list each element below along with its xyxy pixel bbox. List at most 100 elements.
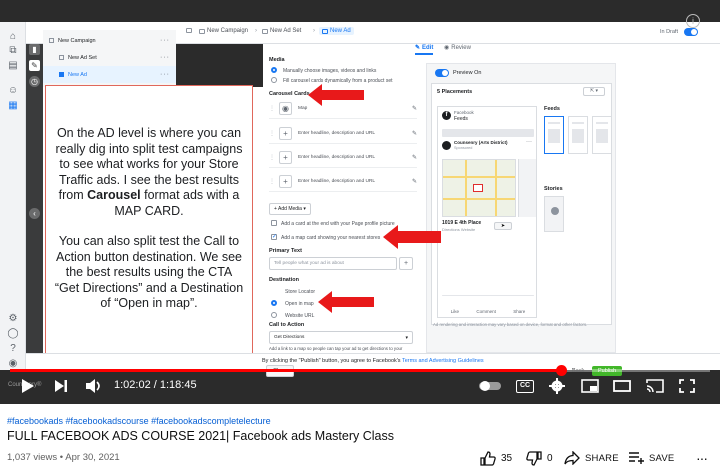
preview-toggle-label: Preview On bbox=[453, 70, 482, 76]
theater-button[interactable] bbox=[612, 376, 632, 396]
video-player[interactable]: ⌂ ⧉ ▤ ☺ ▦ ⚙ ◯ ? ◉ ▮ ✎ ◷ ‹ New Campaign ›… bbox=[0, 0, 720, 404]
breadcrumb-adset[interactable]: New Ad Set bbox=[262, 28, 301, 34]
end-card-label: Add a card at the end with your Page pro… bbox=[281, 221, 395, 227]
fullscreen-button[interactable] bbox=[677, 376, 697, 396]
pencil-icon[interactable]: ✎ bbox=[412, 154, 417, 161]
progress-bar[interactable] bbox=[10, 365, 710, 376]
help-icon: ? bbox=[10, 342, 16, 354]
placement-thumb[interactable] bbox=[568, 116, 588, 154]
comment-action[interactable]: Comment bbox=[476, 309, 496, 314]
add-media-button[interactable]: + Add Media ▾ bbox=[269, 203, 311, 215]
dest-website-radio[interactable] bbox=[271, 312, 277, 318]
bug-icon: ◉ bbox=[8, 357, 18, 369]
play-icon bbox=[22, 379, 34, 393]
cast-icon bbox=[646, 379, 664, 393]
primary-text-input[interactable]: Tell people what your ad is about bbox=[269, 257, 397, 270]
tab-review[interactable]: ◉ Review bbox=[444, 44, 471, 52]
settings-button[interactable] bbox=[547, 376, 567, 396]
miniplayer-button[interactable] bbox=[580, 376, 600, 396]
thumb-line bbox=[572, 129, 584, 143]
save-icon bbox=[629, 452, 644, 464]
thumb-line bbox=[572, 122, 584, 124]
like-action[interactable]: Like bbox=[451, 309, 459, 314]
pencil-icon[interactable]: ✎ bbox=[412, 130, 417, 137]
placement-thumb-selected[interactable] bbox=[544, 116, 564, 154]
tree-item-adset[interactable]: New Ad Set ··· bbox=[43, 49, 176, 66]
plus-icon: + bbox=[279, 151, 292, 164]
drag-handle-icon[interactable]: ⋮ bbox=[269, 178, 275, 185]
media-radio-dynamic[interactable] bbox=[271, 77, 277, 83]
play-button[interactable] bbox=[18, 376, 38, 396]
grid-small-icon bbox=[262, 28, 268, 34]
more-icon[interactable]: ··· bbox=[160, 54, 170, 61]
pencil-icon[interactable]: ✎ bbox=[412, 105, 417, 112]
carousel-card[interactable]: ⋮ + Enter headline, description and URL … bbox=[269, 148, 417, 168]
more-icon[interactable]: ··· bbox=[160, 71, 170, 78]
copy-icon: ⧉ bbox=[9, 44, 17, 56]
pencil-icon[interactable]: ✎ bbox=[412, 178, 417, 185]
map-road bbox=[465, 160, 467, 216]
map-card-label: Add a map card showing your nearest stor… bbox=[281, 235, 381, 241]
gear-icon: ⚙ bbox=[8, 312, 18, 324]
more-actions-button[interactable]: ··· bbox=[696, 449, 708, 467]
preview-footnote: Ad rendering and interaction may vary ba… bbox=[433, 322, 588, 327]
placement-view-select[interactable]: ⇱ ▾ bbox=[583, 87, 605, 96]
account-icon: ▤ bbox=[8, 59, 18, 71]
overlay-paragraph-2: You can also split test the Call to Acti… bbox=[54, 234, 244, 310]
like-button[interactable]: 35 bbox=[480, 449, 512, 467]
breadcrumb-campaign[interactable]: New Campaign bbox=[199, 28, 248, 34]
breadcrumb-sep: › bbox=[313, 28, 315, 34]
cc-icon: CC bbox=[516, 379, 534, 393]
thumb-line bbox=[548, 122, 560, 124]
placement-thumb[interactable] bbox=[592, 116, 612, 154]
facebook-icon: f bbox=[442, 111, 451, 120]
drag-handle-icon[interactable]: ⋮ bbox=[269, 154, 275, 161]
more-icon[interactable]: ··· bbox=[160, 37, 170, 44]
ad-status-toggle[interactable] bbox=[684, 28, 698, 36]
tree-item-campaign[interactable]: New Campaign ··· bbox=[43, 32, 176, 49]
cta-select[interactable]: Get Directions ▾ bbox=[269, 331, 413, 344]
cast-button[interactable] bbox=[645, 376, 665, 396]
dislike-button[interactable]: 0 bbox=[526, 449, 553, 467]
pencil-icon: ✎ bbox=[29, 60, 40, 71]
tab-edit[interactable]: ✎ Edit bbox=[415, 44, 434, 55]
add-text-button[interactable]: + bbox=[399, 257, 413, 270]
share-button[interactable]: SHARE bbox=[564, 449, 619, 467]
overlay-paragraph-1: On the AD level is where you can really … bbox=[55, 126, 243, 218]
campaign-tree: New Campaign ··· New Ad Set ··· New Ad ··· bbox=[43, 30, 176, 87]
preview-toggle[interactable] bbox=[435, 69, 449, 77]
map-card-checkbox[interactable]: ✓ bbox=[271, 234, 277, 240]
more-icon[interactable]: ··· bbox=[526, 139, 532, 145]
end-card-checkbox[interactable] bbox=[271, 220, 277, 226]
save-button[interactable]: SAVE bbox=[628, 449, 674, 467]
dest-open-in-map-radio[interactable] bbox=[271, 300, 277, 306]
hashtags[interactable]: #facebookads #facebookadscourse #faceboo… bbox=[7, 416, 271, 426]
stories-thumb[interactable] bbox=[544, 196, 564, 232]
sidebar-toggle-icon[interactable] bbox=[186, 28, 192, 33]
info-icon[interactable]: i bbox=[686, 14, 700, 28]
more-icon: ··· bbox=[696, 450, 708, 466]
tree-item-ad[interactable]: New Ad ··· bbox=[43, 66, 176, 83]
breadcrumb-ad[interactable]: New Ad bbox=[319, 27, 354, 35]
drag-handle-icon[interactable]: ⋮ bbox=[269, 130, 275, 137]
like-icon bbox=[480, 450, 496, 466]
next-button[interactable] bbox=[52, 376, 70, 396]
destination-label: Destination bbox=[269, 277, 299, 283]
media-radio-manual[interactable] bbox=[271, 67, 277, 73]
directions-icon[interactable]: ➤ bbox=[494, 222, 512, 230]
carousel-card[interactable]: ⋮ + Enter headline, description and URL … bbox=[269, 172, 417, 192]
terms-link[interactable]: Terms and Advertising Guidelines bbox=[402, 358, 484, 364]
page-avatar bbox=[442, 141, 451, 150]
autoplay-toggle[interactable] bbox=[478, 376, 502, 396]
volume-button[interactable] bbox=[84, 376, 104, 396]
annotation-arrow bbox=[308, 84, 364, 106]
platform-label: Facebook bbox=[454, 110, 474, 115]
share-action[interactable]: Share bbox=[513, 309, 525, 314]
plus-icon: + bbox=[279, 175, 292, 188]
cc-button[interactable]: CC bbox=[514, 376, 536, 396]
drag-handle-icon[interactable]: ⋮ bbox=[269, 105, 275, 112]
view-count: 1,037 views bbox=[7, 452, 58, 463]
carousel-card[interactable]: ⋮ + Enter headline, description and URL … bbox=[269, 124, 417, 144]
clock-icon: ◷ bbox=[29, 76, 40, 87]
cta-label: Call to Action bbox=[269, 322, 305, 328]
